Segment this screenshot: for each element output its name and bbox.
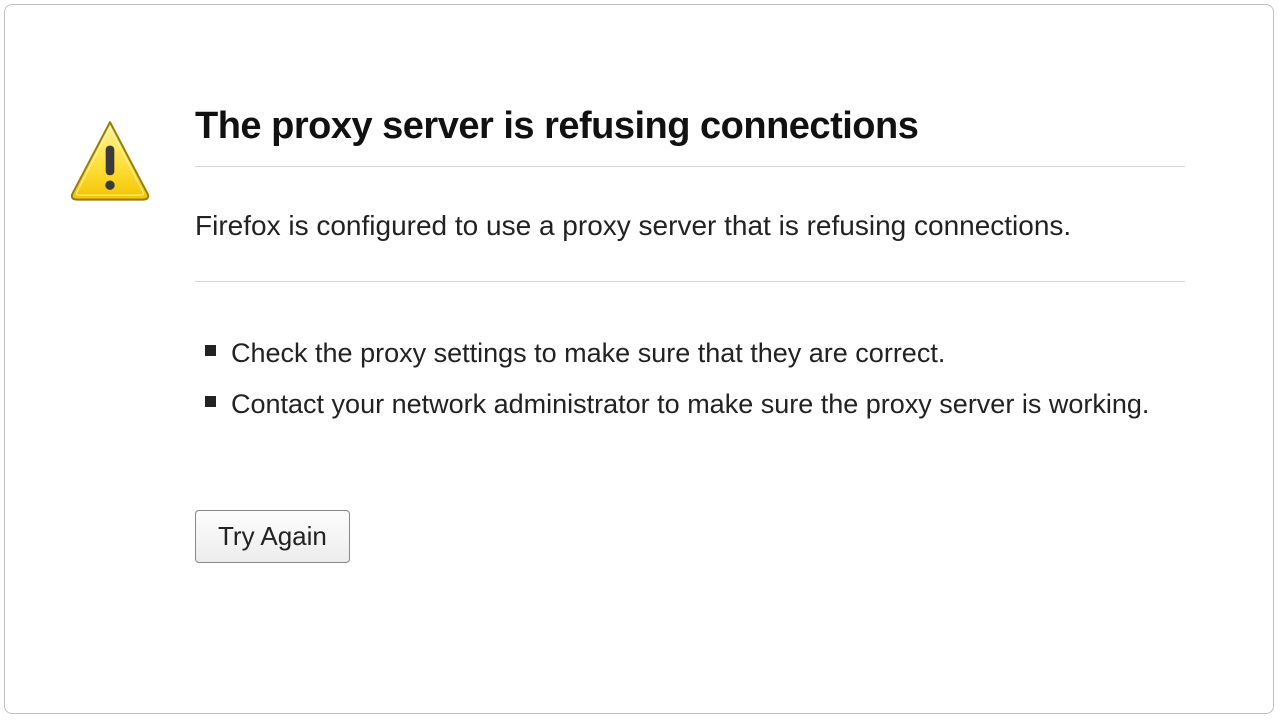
error-content: The proxy server is refusing connections… [165,105,1185,563]
error-tips: Check the proxy settings to make sure th… [205,328,1185,430]
warning-icon [65,115,155,205]
error-title: The proxy server is refusing connections [195,105,1185,148]
list-item: Contact your network administrator to ma… [205,379,1185,430]
try-again-button[interactable]: Try Again [195,510,350,563]
error-page: The proxy server is refusing connections… [4,4,1274,714]
divider-top [195,166,1185,167]
divider-bottom [195,281,1185,282]
list-item: Check the proxy settings to make sure th… [205,328,1185,379]
error-description: Firefox is configured to use a proxy ser… [195,207,1185,245]
warning-icon-wrap [55,105,165,205]
